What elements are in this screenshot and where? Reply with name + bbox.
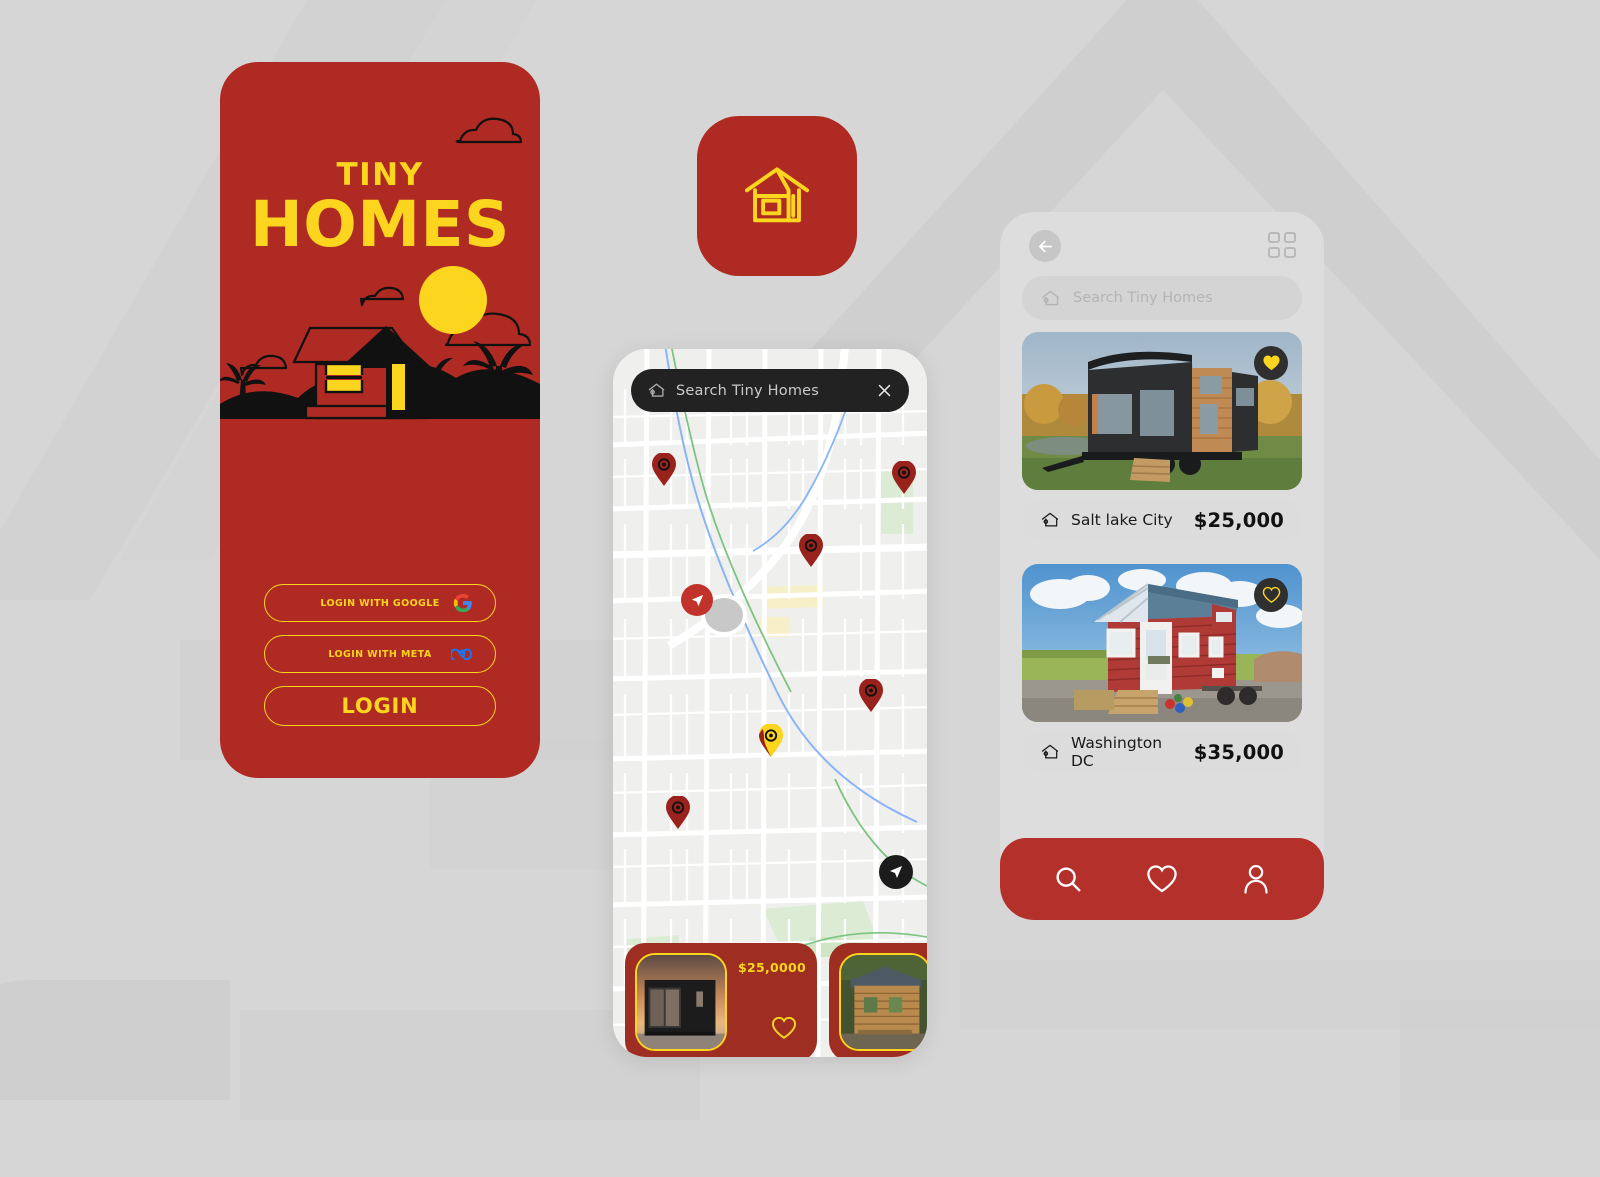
listing-info-bar: Salt lake City $25,000 — [1022, 498, 1302, 542]
listings-search-input[interactable]: Search Tiny Homes — [1022, 276, 1302, 320]
arrow-left-icon — [1038, 240, 1052, 252]
splash-login-screen: TINY HOMES LOGIN WITH GOOGLE LOGIN WITH … — [220, 62, 540, 778]
back-button[interactable] — [1029, 230, 1061, 262]
listings-screen: Search Tiny Homes Salt lake City $25,000… — [1000, 212, 1324, 920]
brand-line-1: TINY — [336, 157, 424, 193]
grid-cell — [1268, 232, 1280, 243]
login-with-meta-button[interactable]: LOGIN WITH META — [264, 635, 496, 673]
meta-icon — [451, 642, 475, 666]
home-pin-icon — [1041, 512, 1059, 527]
home-pin-icon — [1041, 744, 1059, 759]
listing-city: Washington DC — [1071, 734, 1163, 770]
map-listing-card[interactable]: $25,0000 — [625, 943, 817, 1057]
navigate-arrow-icon — [890, 866, 902, 878]
close-icon[interactable] — [876, 382, 893, 399]
listing-card[interactable]: Salt lake City $25,000 — [1022, 332, 1302, 542]
home-pin-icon — [1041, 290, 1060, 305]
grid-view-icon[interactable] — [1268, 232, 1300, 260]
listing-info-bar: Washington DC $35,000 — [1022, 730, 1302, 774]
listing-city: Salt lake City — [1071, 511, 1173, 529]
user-icon — [1244, 864, 1268, 894]
recenter-button[interactable] — [879, 855, 913, 889]
tab-search[interactable] — [1053, 864, 1083, 894]
listing-card[interactable]: Washington DC $35,000 — [1022, 564, 1302, 774]
bottom-tab-bar — [1000, 838, 1324, 920]
user-location-marker[interactable] — [681, 584, 713, 616]
map-pin[interactable] — [651, 452, 677, 487]
listings-header: Search Tiny Homes — [1000, 212, 1324, 332]
wooden-cabin-photo — [839, 953, 927, 1051]
login-button-label: LOGIN — [341, 694, 419, 718]
login-button-group: LOGIN WITH GOOGLE LOGIN WITH META LOGIN — [264, 584, 496, 726]
map-pin[interactable] — [891, 460, 917, 495]
grid-cell — [1284, 247, 1296, 258]
map-pin[interactable] — [858, 678, 884, 713]
brand-lockup: TINY HOMES — [220, 160, 540, 257]
listings-search-placeholder: Search Tiny Homes — [1073, 290, 1213, 306]
favorite-button[interactable] — [1254, 346, 1288, 380]
home-pin-icon — [648, 383, 665, 397]
tiny-house-icon — [744, 167, 810, 223]
tab-favorites[interactable] — [1146, 864, 1178, 894]
navigate-arrow-icon — [691, 594, 703, 606]
map-listing-carousel[interactable]: $25,0000 — [625, 943, 927, 1057]
map-pin-selected[interactable] — [758, 723, 784, 758]
listing-price: $35,000 — [1193, 740, 1284, 764]
brand-line-2: HOMES — [250, 188, 510, 261]
map-listing-card[interactable] — [829, 943, 927, 1057]
search-icon — [1056, 867, 1081, 892]
map-pin[interactable] — [798, 533, 824, 568]
login-with-meta-label: LOGIN WITH META — [328, 648, 432, 660]
map-card-price: $25,0000 — [737, 960, 807, 975]
map-card-meta: $25,0000 — [737, 953, 807, 1051]
map-pin[interactable] — [665, 795, 691, 830]
app-icon-tile[interactable] — [697, 116, 857, 276]
heart-outline-icon — [1262, 586, 1280, 603]
login-with-google-label: LOGIN WITH GOOGLE — [320, 597, 440, 609]
grid-cell — [1284, 232, 1296, 243]
heart-outline-icon — [1147, 865, 1177, 893]
tab-profile[interactable] — [1241, 863, 1271, 895]
heart-filled-icon — [1262, 355, 1280, 371]
map-search-bar[interactable]: Search Tiny Homes — [631, 369, 909, 412]
favorite-button[interactable] — [771, 1016, 797, 1045]
favorite-button[interactable] — [1254, 578, 1288, 612]
map-screen: Search Tiny Homes $25,0000 — [613, 349, 927, 1057]
map-search-placeholder: Search Tiny Homes — [676, 382, 820, 399]
google-icon — [451, 591, 475, 615]
login-with-google-button[interactable]: LOGIN WITH GOOGLE — [264, 584, 496, 622]
black-modern-cabin-photo — [635, 953, 727, 1051]
login-button[interactable]: LOGIN — [264, 686, 496, 726]
heart-outline-icon — [771, 1016, 797, 1039]
sunset-house-illustration — [220, 266, 540, 420]
listing-price: $25,000 — [1193, 508, 1284, 532]
grid-cell — [1268, 247, 1280, 258]
